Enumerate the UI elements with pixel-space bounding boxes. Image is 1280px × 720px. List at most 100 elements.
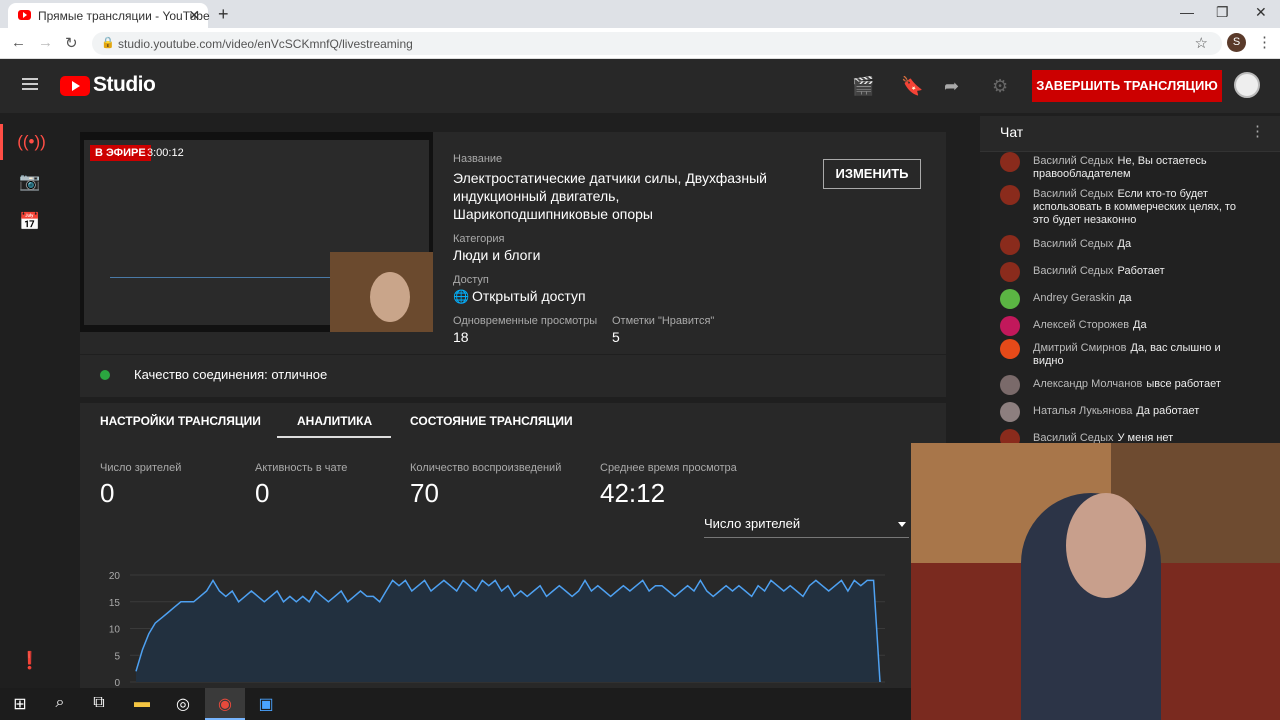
- edit-button[interactable]: ИЗМЕНИТЬ: [823, 159, 921, 189]
- chat-message-text: Andrey Geraskin да: [1033, 292, 1243, 305]
- camera-icon[interactable]: 📷: [0, 164, 60, 200]
- divider: [80, 397, 946, 403]
- bookmark-star-icon[interactable]: ☆: [1195, 34, 1208, 52]
- webcam-head: [1066, 493, 1146, 598]
- chat-avatar[interactable]: [1000, 402, 1020, 422]
- metric-select[interactable]: Число зрителей: [704, 516, 909, 538]
- share-icon[interactable]: ➦: [944, 76, 959, 97]
- search-icon[interactable]: ⌕: [48, 694, 72, 712]
- minimize-icon[interactable]: —: [1180, 4, 1194, 20]
- new-tab-icon[interactable]: +: [218, 4, 229, 25]
- likes-value: 5: [612, 329, 620, 345]
- chat-author[interactable]: Алексей Сторожев: [1033, 319, 1129, 331]
- close-tab-icon[interactable]: ✕: [188, 7, 200, 24]
- window-close-icon[interactable]: ✕: [1255, 4, 1267, 21]
- chat-avatar[interactable]: [1000, 375, 1020, 395]
- chevron-down-icon: [898, 522, 906, 527]
- studio-logo-text[interactable]: Studio: [93, 73, 156, 97]
- chat-text: Да: [1133, 319, 1147, 331]
- y-tick-label: 0: [114, 678, 120, 688]
- viewers-chart: 20 15 10 5 0: [109, 571, 885, 688]
- category-label: Категория: [453, 233, 505, 245]
- profile-avatar[interactable]: S: [1227, 33, 1246, 52]
- preview-inner-chart: [110, 277, 340, 307]
- category-value: Люди и блоги: [453, 247, 541, 263]
- reload-icon[interactable]: ↻: [65, 34, 78, 52]
- chat-author[interactable]: Василий Седых: [1033, 155, 1114, 167]
- live-badge: В ЭФИРЕ: [90, 145, 151, 161]
- tab-analytics[interactable]: АНАЛИТИКА: [297, 414, 372, 428]
- chat-avatar[interactable]: [1000, 152, 1020, 172]
- chat-message-text: Василий Седых Работает: [1033, 265, 1243, 278]
- windows-start-icon[interactable]: ⊞: [8, 694, 32, 714]
- preview-face: [370, 272, 410, 322]
- metric-value: 70: [410, 478, 439, 508]
- url-text[interactable]: studio.youtube.com/video/enVcSCKmnfQ/liv…: [118, 37, 413, 51]
- y-tick-label: 5: [114, 651, 120, 662]
- photos-icon[interactable]: ▣: [254, 694, 278, 714]
- end-stream-button[interactable]: ЗАВЕРШИТЬ ТРАНСЛЯЦИЮ: [1032, 70, 1222, 102]
- live-stream-icon[interactable]: ((•)): [0, 124, 60, 160]
- metric-label: Активность в чате: [255, 462, 348, 474]
- connection-status-icon: [100, 370, 110, 380]
- chrome-icon: ◉: [218, 696, 232, 713]
- chat-avatar[interactable]: [1000, 235, 1020, 255]
- chat-message-text: Алексей Сторожев Да: [1033, 319, 1243, 332]
- clapperboard-icon[interactable]: 🎬: [852, 76, 874, 97]
- chat-author[interactable]: Василий Седых: [1033, 238, 1114, 250]
- address-bar[interactable]: 🔒 studio.youtube.com/video/enVcSCKmnfQ/l…: [92, 32, 1222, 55]
- hamburger-menu-icon[interactable]: [22, 78, 38, 91]
- metric-select-value: Число зрителей: [704, 516, 801, 531]
- file-explorer-icon[interactable]: ▬: [130, 694, 154, 712]
- lock-icon: 🔒: [101, 37, 115, 49]
- tab-stream-health[interactable]: СОСТОЯНИЕ ТРАНСЛЯЦИИ: [410, 414, 573, 428]
- chat-author[interactable]: Наталья Лукьянова: [1033, 405, 1132, 417]
- metric-label: Среднее время просмотра: [600, 462, 737, 474]
- stream-title: Электростатические датчики силы, Двухфаз…: [453, 170, 767, 222]
- gear-icon[interactable]: ⚙: [992, 76, 1008, 97]
- channel-avatar[interactable]: [1234, 72, 1260, 98]
- metric-label: Число зрителей: [100, 462, 182, 474]
- concurrent-views-value: 18: [453, 329, 469, 345]
- task-view-icon[interactable]: ⧉: [87, 694, 111, 712]
- y-tick-label: 10: [109, 625, 121, 636]
- live-duration: 3:00:12: [147, 147, 184, 159]
- chat-text: Да работает: [1136, 405, 1200, 417]
- browser-toolbar: ← → ↻ 🔒 studio.youtube.com/video/enVcSCK…: [0, 28, 1280, 59]
- chat-avatar[interactable]: [1000, 289, 1020, 309]
- chrome-taskbar-button[interactable]: ◉: [205, 688, 245, 720]
- chat-avatar[interactable]: [1000, 316, 1020, 336]
- chat-author[interactable]: Василий Седых: [1033, 265, 1114, 277]
- chat-author[interactable]: Дмитрий Смирнов: [1033, 342, 1126, 354]
- chat-author[interactable]: Andrey Geraskin: [1033, 292, 1115, 304]
- chat-avatar[interactable]: [1000, 339, 1020, 359]
- bookmark-icon[interactable]: 🔖: [901, 76, 923, 97]
- chat-message-text: Наталья Лукьянова Да работает: [1033, 405, 1243, 418]
- globe-icon: 🌐: [453, 289, 470, 304]
- tab-stream-settings[interactable]: НАСТРОЙКИ ТРАНСЛЯЦИИ: [100, 414, 261, 428]
- calendar-icon[interactable]: 📅: [0, 204, 60, 240]
- stream-preview[interactable]: [80, 132, 433, 332]
- chat-avatar[interactable]: [1000, 262, 1020, 282]
- back-icon[interactable]: ←: [11, 34, 26, 51]
- chat-avatar[interactable]: [1000, 185, 1020, 205]
- tab-title: Прямые трансляции - YouTube: [38, 9, 210, 23]
- browser-menu-icon[interactable]: ⋮: [1257, 33, 1272, 51]
- youtube-logo-icon[interactable]: [60, 76, 90, 96]
- windows-taskbar: ⊞ ⌕ ⧉ ▬ ◎ ▣: [0, 688, 911, 720]
- likes-label: Отметки "Нравится": [612, 315, 715, 327]
- chat-author[interactable]: Александр Молчанов: [1033, 378, 1142, 390]
- forward-icon[interactable]: →: [38, 34, 53, 51]
- browser-tab[interactable]: Прямые трансляции - YouTube ✕: [8, 3, 210, 28]
- maximize-icon[interactable]: ❐: [1216, 4, 1229, 21]
- obs-icon[interactable]: ◎: [171, 694, 195, 714]
- connection-quality: Качество соединения: отличное: [134, 367, 328, 382]
- chat-text: ывсе работает: [1146, 378, 1221, 390]
- chat-message-text: Василий Седых Не, Вы остаетесь правооблад…: [1033, 155, 1243, 181]
- chat-menu-icon[interactable]: ⋮: [1250, 122, 1265, 140]
- chat-header: [980, 116, 1280, 152]
- chat-author[interactable]: Василий Седых: [1033, 188, 1114, 200]
- y-tick-label: 15: [109, 598, 121, 609]
- left-rail: ((•)) 📷 📅 ❗: [0, 113, 60, 688]
- feedback-icon[interactable]: ❗: [0, 643, 60, 679]
